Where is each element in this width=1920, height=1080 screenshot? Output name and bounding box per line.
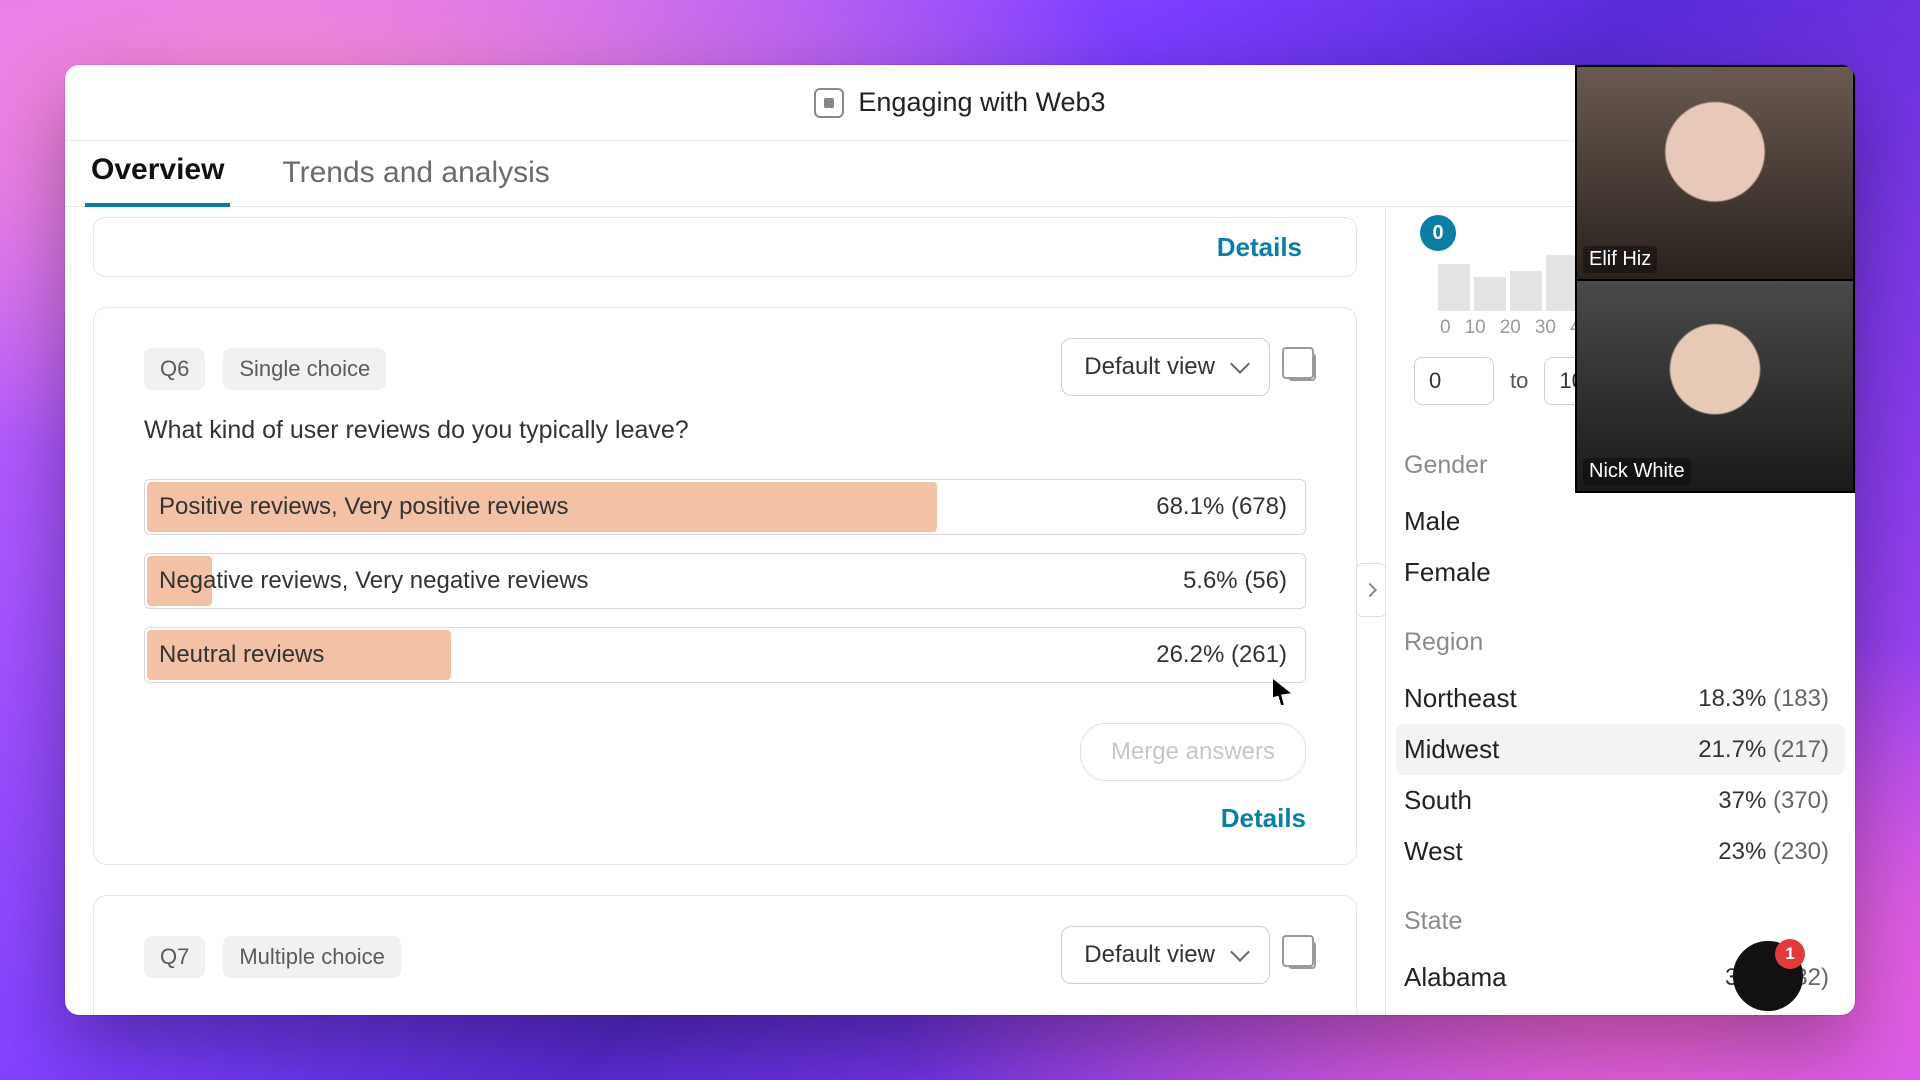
participant-name: Elif Hiz (1583, 246, 1657, 273)
view-dropdown[interactable]: Default view (1061, 926, 1270, 984)
copy-icon[interactable] (1288, 353, 1316, 381)
filter-option-region[interactable]: Northeast 18.3% (183) (1396, 673, 1845, 724)
slider-handle-badge[interactable]: 0 (1420, 215, 1456, 251)
collapse-sidebar-button[interactable] (1356, 563, 1385, 617)
main-pane: Details Q6 Single choice Default view Wh… (65, 207, 1385, 1015)
filter-option-region[interactable]: South 37% (370) (1396, 775, 1845, 826)
tab-trends[interactable]: Trends and analysis (276, 156, 555, 206)
video-call-overlay[interactable]: Elif Hiz Nick White (1575, 65, 1855, 493)
chevron-down-icon (1230, 942, 1250, 962)
question-text: What kind of user reviews do you typical… (144, 416, 1306, 445)
filter-option-region[interactable]: West 23% (230) (1396, 826, 1845, 877)
video-participant[interactable]: Nick White (1577, 279, 1853, 491)
chevron-right-icon (1362, 582, 1376, 596)
answer-value: 26.2% (261) (1156, 641, 1305, 669)
view-dropdown[interactable]: Default view (1061, 338, 1270, 396)
details-link[interactable]: Details (144, 781, 1306, 834)
question-id-pill: Q6 (144, 348, 205, 390)
filter-option-male[interactable]: Male (1396, 496, 1845, 547)
answer-row[interactable]: Neutral reviews 26.2% (261) (144, 627, 1306, 683)
answer-value: 5.6% (56) (1183, 567, 1305, 595)
participant-name: Nick White (1583, 458, 1691, 485)
question-id-pill: Q7 (144, 936, 205, 978)
question-type-pill: Single choice (223, 348, 386, 390)
question-type-pill: Multiple choice (223, 936, 401, 978)
intercom-chat-button[interactable]: 1 (1733, 941, 1803, 1011)
question-controls: Default view (1061, 926, 1316, 984)
previous-card-stub: Details (93, 217, 1357, 277)
filter-option-female[interactable]: Female (1396, 547, 1845, 598)
range-from-input[interactable] (1414, 357, 1494, 405)
answer-label: Negative reviews, Very negative reviews (145, 567, 589, 595)
question-card-q7: Q7 Multiple choice Default view (93, 895, 1357, 1015)
tab-overview[interactable]: Overview (85, 153, 230, 207)
app-window: Engaging with Web3 Sh Overview Trends an… (65, 65, 1855, 1015)
page-title: Engaging with Web3 (814, 87, 1105, 118)
video-participant[interactable]: Elif Hiz (1577, 67, 1853, 279)
answer-row[interactable]: Positive reviews, Very positive reviews … (144, 479, 1306, 535)
filter-section-region: Region (1404, 628, 1845, 657)
question-controls: Default view (1061, 338, 1316, 396)
merge-answers-button[interactable]: Merge answers (1080, 723, 1306, 781)
range-to-label: to (1510, 368, 1528, 394)
answer-row[interactable]: Negative reviews, Very negative reviews … (144, 553, 1306, 609)
copy-icon[interactable] (1288, 941, 1316, 969)
details-link[interactable]: Details (1217, 232, 1302, 263)
project-icon (814, 88, 844, 118)
view-dropdown-label: Default view (1084, 941, 1215, 969)
answer-label: Neutral reviews (145, 641, 324, 669)
filter-option-region[interactable]: Midwest 21.7% (217) (1396, 724, 1845, 775)
filter-section-state: State (1404, 907, 1845, 936)
view-dropdown-label: Default view (1084, 353, 1215, 381)
project-title: Engaging with Web3 (858, 87, 1105, 118)
answer-value: 68.1% (678) (1156, 493, 1305, 521)
notification-badge: 1 (1775, 939, 1805, 969)
answer-label: Positive reviews, Very positive reviews (145, 493, 568, 521)
chevron-down-icon (1230, 354, 1250, 374)
question-card-q6: Q6 Single choice Default view What kind … (93, 307, 1357, 865)
